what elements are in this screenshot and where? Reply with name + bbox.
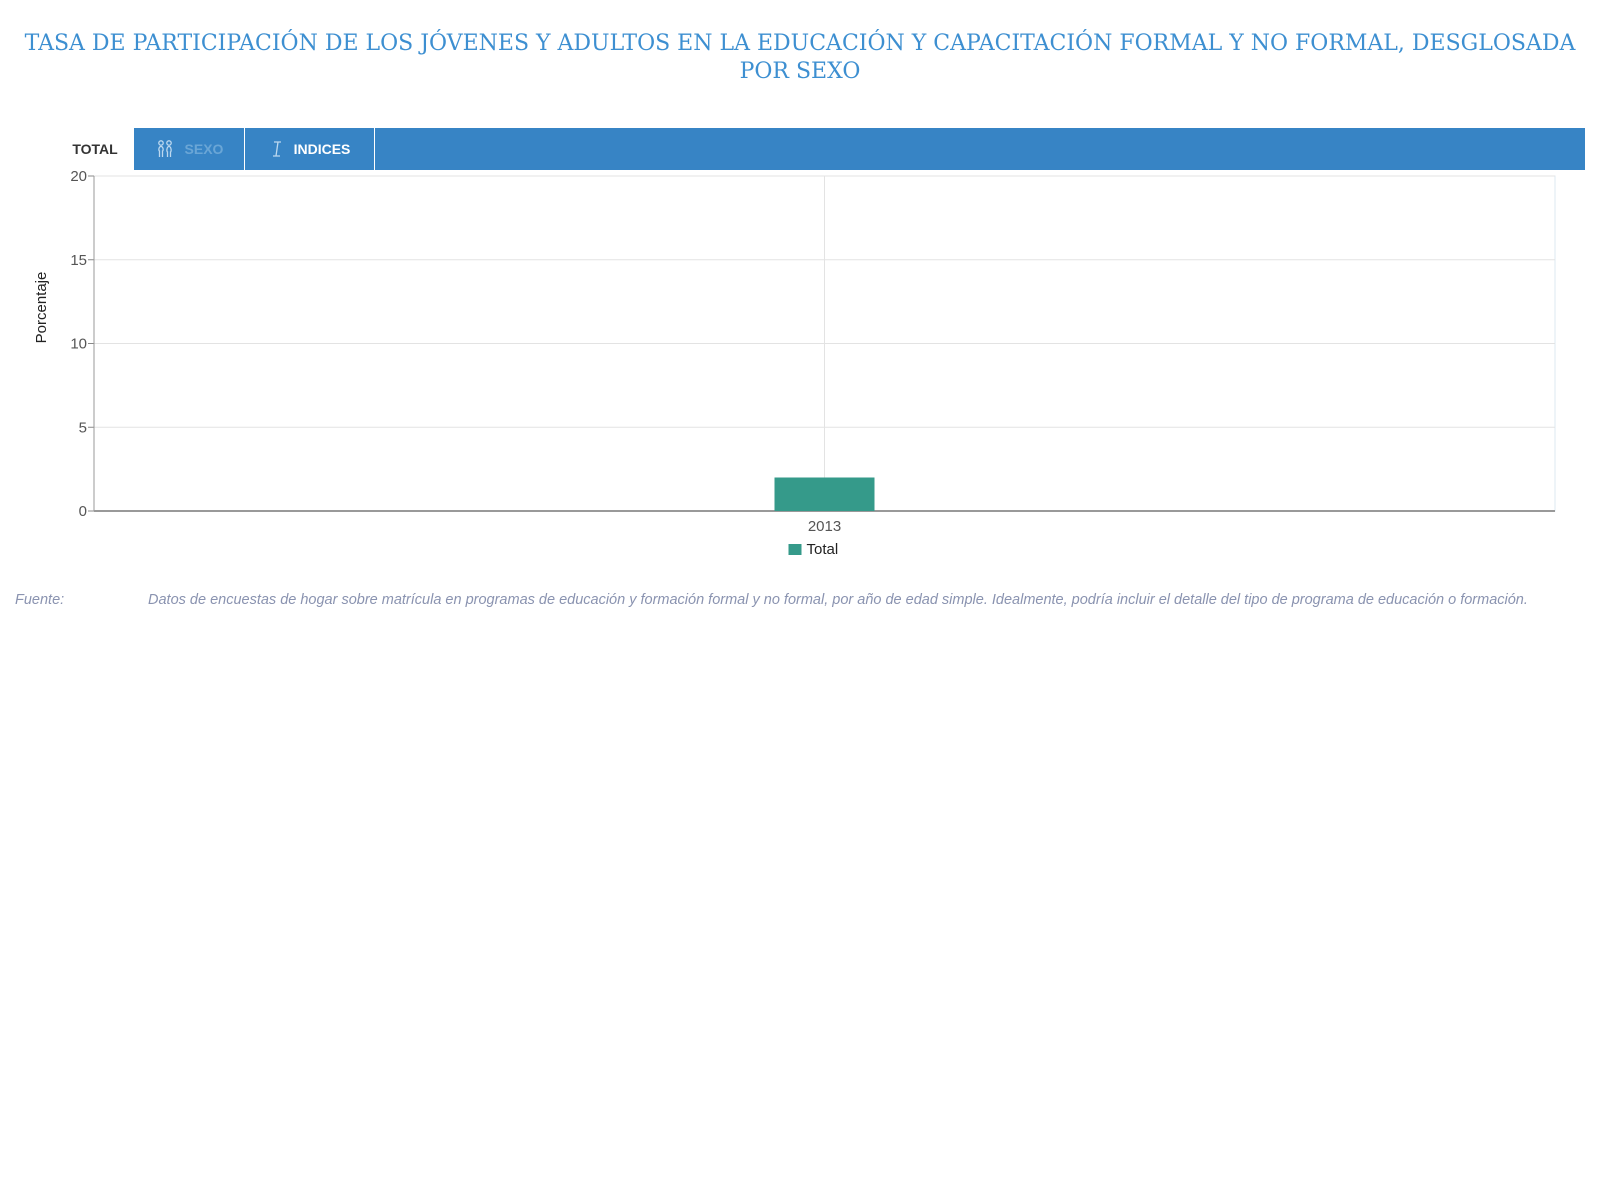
tab-sexo[interactable]: SEXO [134, 128, 245, 170]
y-axis-label: Porcentaje [33, 272, 50, 344]
tab-indices[interactable]: INDICES [246, 128, 375, 170]
bar-2013 [774, 477, 875, 511]
legend-swatch [788, 544, 802, 555]
bar-chart: 0 5 10 15 20 2013 Porcentaje Total [33, 170, 1556, 558]
tab-total[interactable]: TOTAL [56, 128, 134, 170]
bar-layer [774, 477, 875, 511]
grid-layer [93, 175, 1556, 512]
index-icon [270, 139, 284, 159]
x-tick-label: 2013 [808, 518, 841, 535]
tab-sexo-label: SEXO [184, 141, 224, 157]
source-text: Datos de encuestas de hogar sobre matríc… [148, 592, 1528, 608]
source-label: Fuente: [15, 592, 65, 608]
y-tick-label: 15 [70, 252, 87, 269]
gender-icon [155, 139, 175, 159]
y-tick-label: 10 [70, 336, 87, 353]
source-note: Fuente: Datos de encuestas de hogar sobr… [15, 588, 1575, 612]
tab-indices-label: INDICES [293, 141, 351, 157]
y-tick-label: 0 [79, 503, 87, 520]
page-title: TASA DE PARTICIPACIÓN DE LOS JÓVENES Y A… [24, 31, 1576, 84]
y-tick-label: 5 [79, 419, 87, 436]
legend: Total [788, 541, 839, 558]
legend-label: Total [807, 541, 839, 558]
y-tick-label: 20 [70, 170, 87, 185]
